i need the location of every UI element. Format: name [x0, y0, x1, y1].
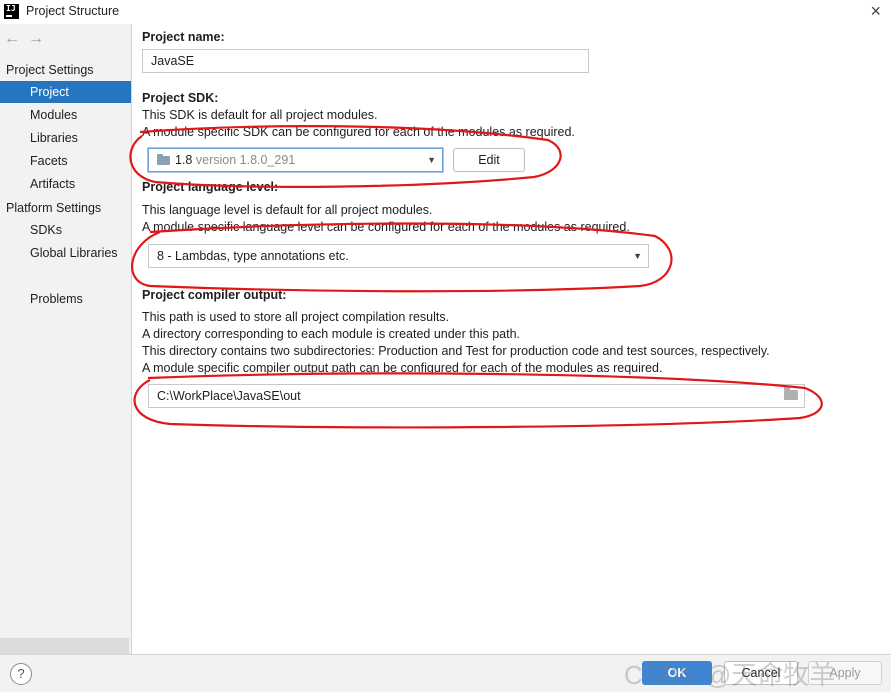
sidebar-item-project[interactable]: Project — [0, 81, 131, 103]
compiler-output-desc3: This directory contains two subdirectori… — [142, 344, 770, 358]
section-project-settings: Project Settings — [6, 63, 94, 77]
language-level-select[interactable]: 8 - Lambdas, type annotations etc. ▼ — [148, 244, 649, 268]
browse-folder-icon[interactable] — [784, 387, 798, 400]
language-level-label: Project language level: — [142, 180, 279, 194]
ok-button[interactable]: OK — [642, 661, 712, 685]
cancel-button[interactable]: Cancel — [724, 661, 798, 685]
window-title: Project Structure — [26, 4, 120, 18]
back-arrow-icon[interactable]: ← — [4, 30, 20, 47]
project-sdk-label: Project SDK: — [142, 91, 219, 105]
sidebar-item-global-libraries[interactable]: Global Libraries — [0, 242, 131, 264]
forward-arrow-icon[interactable]: → — [28, 30, 44, 47]
close-icon[interactable]: × — [870, 1, 881, 21]
help-icon[interactable]: ? — [10, 663, 32, 685]
sidebar: ← → Project Settings Project Modules Libr… — [0, 24, 132, 654]
intellij-app-icon: IJ — [4, 4, 19, 19]
apply-button[interactable]: Apply — [808, 661, 882, 685]
chevron-down-icon: ▼ — [633, 251, 642, 261]
compiler-output-desc4: A module specific compiler output path c… — [142, 361, 663, 375]
nav-arrows: ← → — [4, 30, 52, 48]
section-platform-settings: Platform Settings — [6, 201, 102, 215]
chevron-down-icon: ▼ — [427, 155, 436, 165]
dialog-footer: ? OK Cancel Apply CSDN @天命牧羊 — [0, 654, 891, 692]
sidebar-item-problems[interactable]: Problems — [0, 288, 131, 310]
title-bar: IJ Project Structure × — [0, 0, 891, 24]
compiler-output-desc2: A directory corresponding to each module… — [142, 327, 520, 341]
project-sdk-desc2: A module specific SDK can be configured … — [142, 125, 575, 139]
sidebar-item-facets[interactable]: Facets — [0, 150, 131, 172]
sdk-selected-version: version 1.8.0_291 — [195, 153, 296, 167]
sidebar-item-libraries[interactable]: Libraries — [0, 127, 131, 149]
compiler-output-path: C:\WorkPlace\JavaSE\out — [157, 389, 301, 403]
sidebar-item-artifacts[interactable]: Artifacts — [0, 173, 131, 195]
project-name-input[interactable]: JavaSE — [142, 49, 589, 73]
language-level-desc1: This language level is default for all p… — [142, 203, 433, 217]
sdk-selected-name: 1.8 — [175, 153, 193, 167]
sidebar-item-sdks[interactable]: SDKs — [0, 219, 131, 241]
compiler-output-desc1: This path is used to store all project c… — [142, 310, 450, 324]
project-sdk-desc1: This SDK is default for all project modu… — [142, 108, 378, 122]
project-name-label: Project name: — [142, 30, 225, 44]
language-level-desc2: A module specific language level can be … — [142, 220, 630, 234]
language-level-selected: 8 - Lambdas, type annotations etc. — [157, 249, 349, 263]
sidebar-item-modules[interactable]: Modules — [0, 104, 131, 126]
sdk-edit-button[interactable]: Edit — [453, 148, 525, 172]
sdk-folder-icon — [157, 154, 170, 165]
sdk-select[interactable]: 1.8 version 1.8.0_291 ▼ — [148, 148, 443, 172]
compiler-output-label: Project compiler output: — [142, 288, 287, 302]
sidebar-scrollbar[interactable] — [0, 638, 129, 654]
compiler-output-path-input[interactable]: C:\WorkPlace\JavaSE\out — [148, 384, 805, 408]
